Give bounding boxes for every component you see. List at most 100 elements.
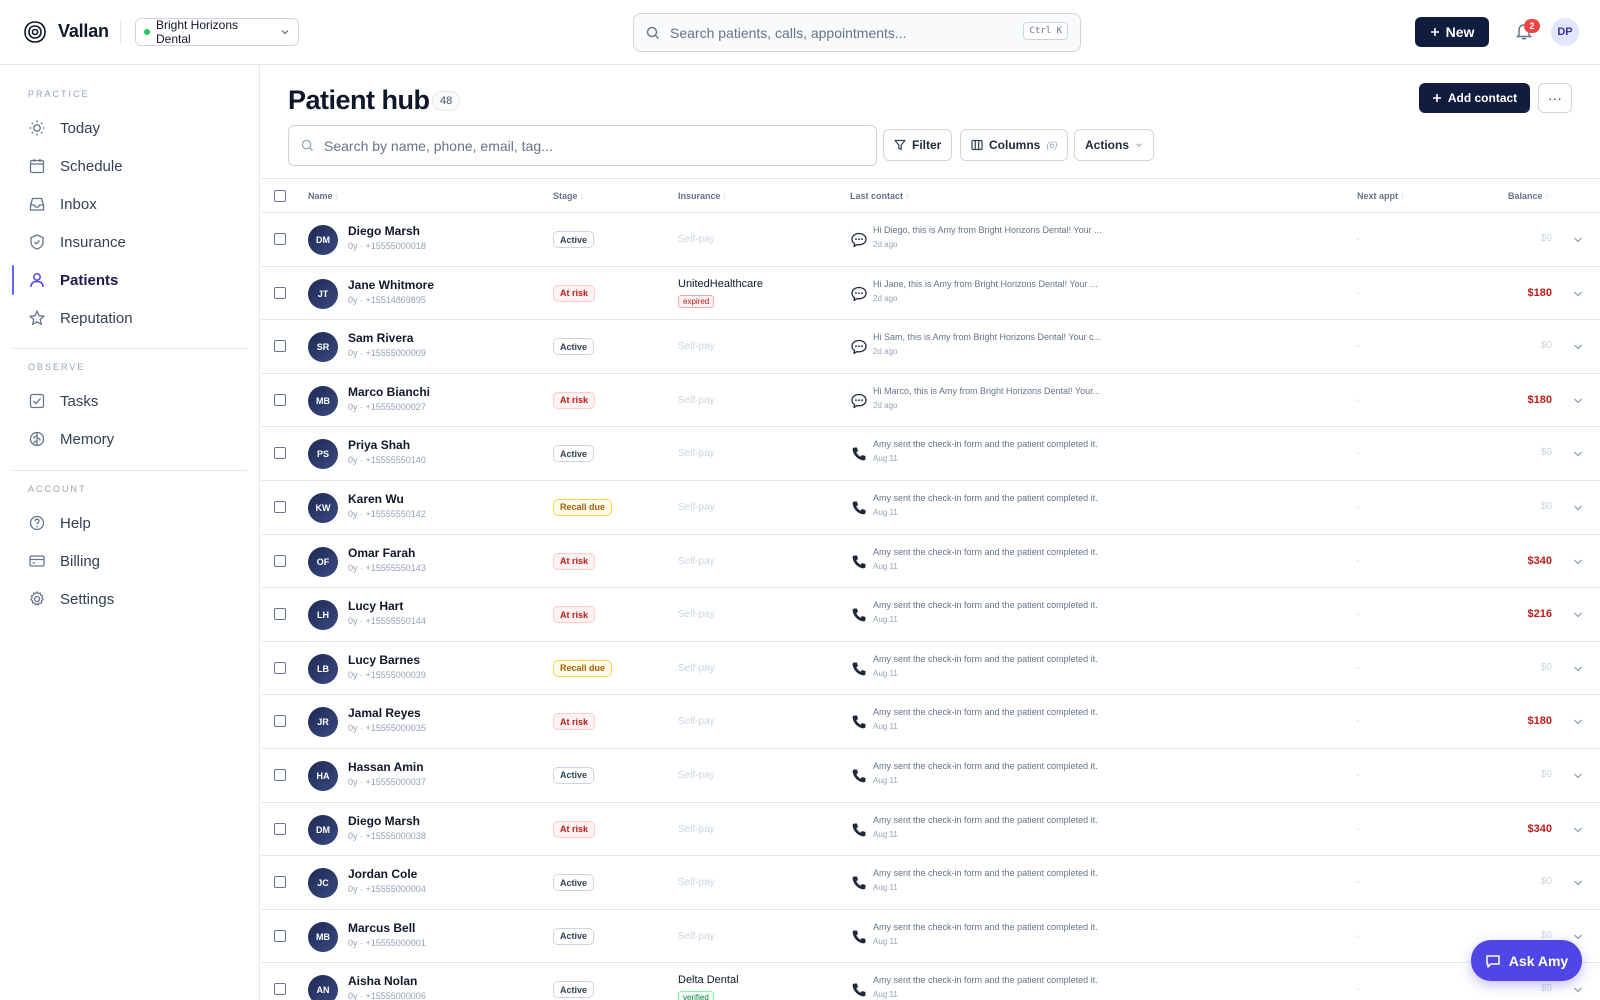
chevron-down-icon[interactable] [1573,611,1583,619]
chevron-down-icon[interactable] [1573,826,1583,834]
patient-meta: 0y · +15555000009 [348,348,426,359]
chevron-down-icon[interactable] [1573,718,1583,726]
patient-name[interactable]: Priya Shah [348,438,410,452]
row-checkbox[interactable] [274,768,286,781]
ask-amy-button[interactable]: Ask Amy [1471,940,1582,981]
table-row[interactable]: PS Priya Shah 0y · +15555550140 Active Self-… [261,427,1600,481]
chevron-down-icon[interactable] [1573,290,1583,298]
sidebar-section-account: Account [28,484,87,494]
patient-name[interactable]: Jane Whitmore [348,278,434,292]
vallan-logo-icon[interactable] [22,19,48,45]
row-checkbox[interactable] [274,661,286,674]
table-row[interactable]: JT Jane Whitmore 0y · +15514869895 At risk U… [261,267,1600,321]
patient-name[interactable]: Hassan Amin [348,760,424,774]
row-checkbox[interactable] [274,500,286,513]
global-search-input[interactable]: Search patients, calls, appointments... … [633,13,1081,52]
patient-name[interactable]: Diego Marsh [348,814,420,828]
table-row[interactable]: HA Hassan Amin 0y · +15555000037 Active Self… [261,749,1600,803]
sidebar-item-inbox[interactable]: Inbox [12,187,247,221]
table-row[interactable]: MB Marcus Bell 0y · +15555000001 Active Self… [261,910,1600,964]
sidebar-item-reputation[interactable]: Reputation [12,301,247,335]
table-row[interactable]: JR Jamal Reyes 0y · +15555000035 At risk Sel… [261,695,1600,749]
insurance-value: Self-pay [678,716,715,728]
row-checkbox[interactable] [274,340,286,353]
sidebar-item-memory[interactable]: Memory [12,422,247,456]
patient-name[interactable]: Marco Bianchi [348,385,430,399]
row-checkbox[interactable] [274,447,286,460]
patient-meta: 0y · +15555000037 [348,776,426,787]
practice-selector[interactable]: Bright Horizons Dental [135,18,299,46]
table-row[interactable]: DM Diego Marsh 0y · +15555000038 At risk Sel… [261,803,1600,857]
table-row[interactable]: AN Aisha Nolan 0y · +15555000006 Active Delt… [261,963,1600,1000]
column-header-balance[interactable]: Balance ↕ [1508,191,1549,201]
add-contact-button[interactable]: Add contact [1419,83,1530,113]
sidebar-item-settings[interactable]: Settings [12,582,247,616]
patient-name[interactable]: Karen Wu [348,492,404,506]
sidebar-section-practice: Practice [28,89,90,99]
row-checkbox[interactable] [274,822,286,835]
table-row[interactable]: KW Karen Wu 0y · +15555550142 Recall due Sel… [261,481,1600,535]
patient-name[interactable]: Jamal Reyes [348,706,421,720]
row-checkbox[interactable] [274,393,286,406]
sidebar-item-schedule[interactable]: Schedule [12,149,247,183]
chevron-down-icon[interactable] [1573,450,1583,458]
select-all-checkbox[interactable] [274,190,286,202]
row-checkbox[interactable] [274,233,286,245]
patient-search-input[interactable]: Search by name, phone, email, tag... [288,125,877,166]
user-avatar[interactable]: DP [1551,18,1579,46]
patient-name[interactable]: Omar Farah [348,546,415,560]
table-row[interactable]: JC Jordan Cole 0y · +15555000004 Active Self… [261,856,1600,910]
actions-button[interactable]: Actions [1074,129,1154,161]
row-checkbox[interactable] [274,286,286,299]
chevron-down-icon[interactable] [1573,558,1583,566]
chevron-down-icon [1136,143,1142,147]
chevron-down-icon[interactable] [1573,397,1583,405]
row-checkbox[interactable] [274,554,286,567]
patient-avatar: OF [308,546,338,577]
patient-name[interactable]: Jordan Cole [348,867,417,881]
sidebar-item-insurance[interactable]: Insurance [12,225,247,259]
column-header-next-appt[interactable]: Next appt ↕ [1357,191,1405,201]
table-row[interactable]: LB Lucy Barnes 0y · +15555000039 Recall due… [261,642,1600,696]
sidebar-item-today[interactable]: Today [12,111,247,145]
sidebar-item-tasks[interactable]: Tasks [12,384,247,418]
patient-name[interactable]: Lucy Barnes [348,653,420,667]
row-checkbox[interactable] [274,929,286,942]
chevron-down-icon[interactable] [1573,665,1583,673]
row-checkbox[interactable] [274,876,286,889]
new-button[interactable]: New [1415,17,1489,47]
patient-avatar: DM [308,225,338,255]
table-row[interactable]: LH Lucy Hart 0y · +15555550144 At risk Self-… [261,588,1600,642]
patient-name[interactable]: Lucy Hart [348,599,403,613]
columns-icon [971,139,983,151]
table-row[interactable]: MB Marco Bianchi 0y · +15555000027 At risk S… [261,374,1600,428]
chevron-down-icon[interactable] [1573,343,1583,351]
patient-name[interactable]: Sam Rivera [348,331,413,345]
column-header-last-contact[interactable]: Last contact ↕ [850,191,910,201]
sidebar-item-help[interactable]: Help [12,506,247,540]
column-header-insurance[interactable]: Insurance ↕ [678,191,727,201]
chevron-down-icon[interactable] [1573,933,1583,941]
chevron-down-icon[interactable] [1573,236,1583,244]
row-checkbox[interactable] [274,608,286,621]
row-checkbox[interactable] [274,983,286,996]
sidebar-item-patients[interactable]: Patients [12,263,247,297]
table-row[interactable]: SR Sam Rivera 0y · +15555000009 Active Self-… [261,320,1600,374]
filter-button[interactable]: Filter [883,129,953,161]
chevron-down-icon[interactable] [1573,772,1583,780]
chevron-down-icon[interactable] [1573,879,1583,887]
sidebar-item-billing[interactable]: Billing [12,544,247,578]
chevron-down-icon[interactable] [1573,504,1583,512]
table-row[interactable]: DM Diego Marsh 0y · +15555000018 Active Self… [261,213,1600,267]
table-row[interactable]: OF Omar Farah 0y · +15555550143 At risk Self… [261,535,1600,589]
chevron-down-icon[interactable] [1573,986,1583,994]
row-checkbox[interactable] [274,715,286,728]
columns-button[interactable]: Columns (6) [960,129,1069,161]
patient-name[interactable]: Aisha Nolan [348,974,417,988]
patient-name[interactable]: Diego Marsh [348,224,420,238]
column-header-stage[interactable]: Stage ↕ [553,191,584,201]
column-header-name[interactable]: Name ↕ [308,191,339,201]
more-options-button[interactable]: ··· [1538,83,1572,113]
patient-name[interactable]: Marcus Bell [348,921,415,935]
stage-badge: At risk [553,552,596,570]
